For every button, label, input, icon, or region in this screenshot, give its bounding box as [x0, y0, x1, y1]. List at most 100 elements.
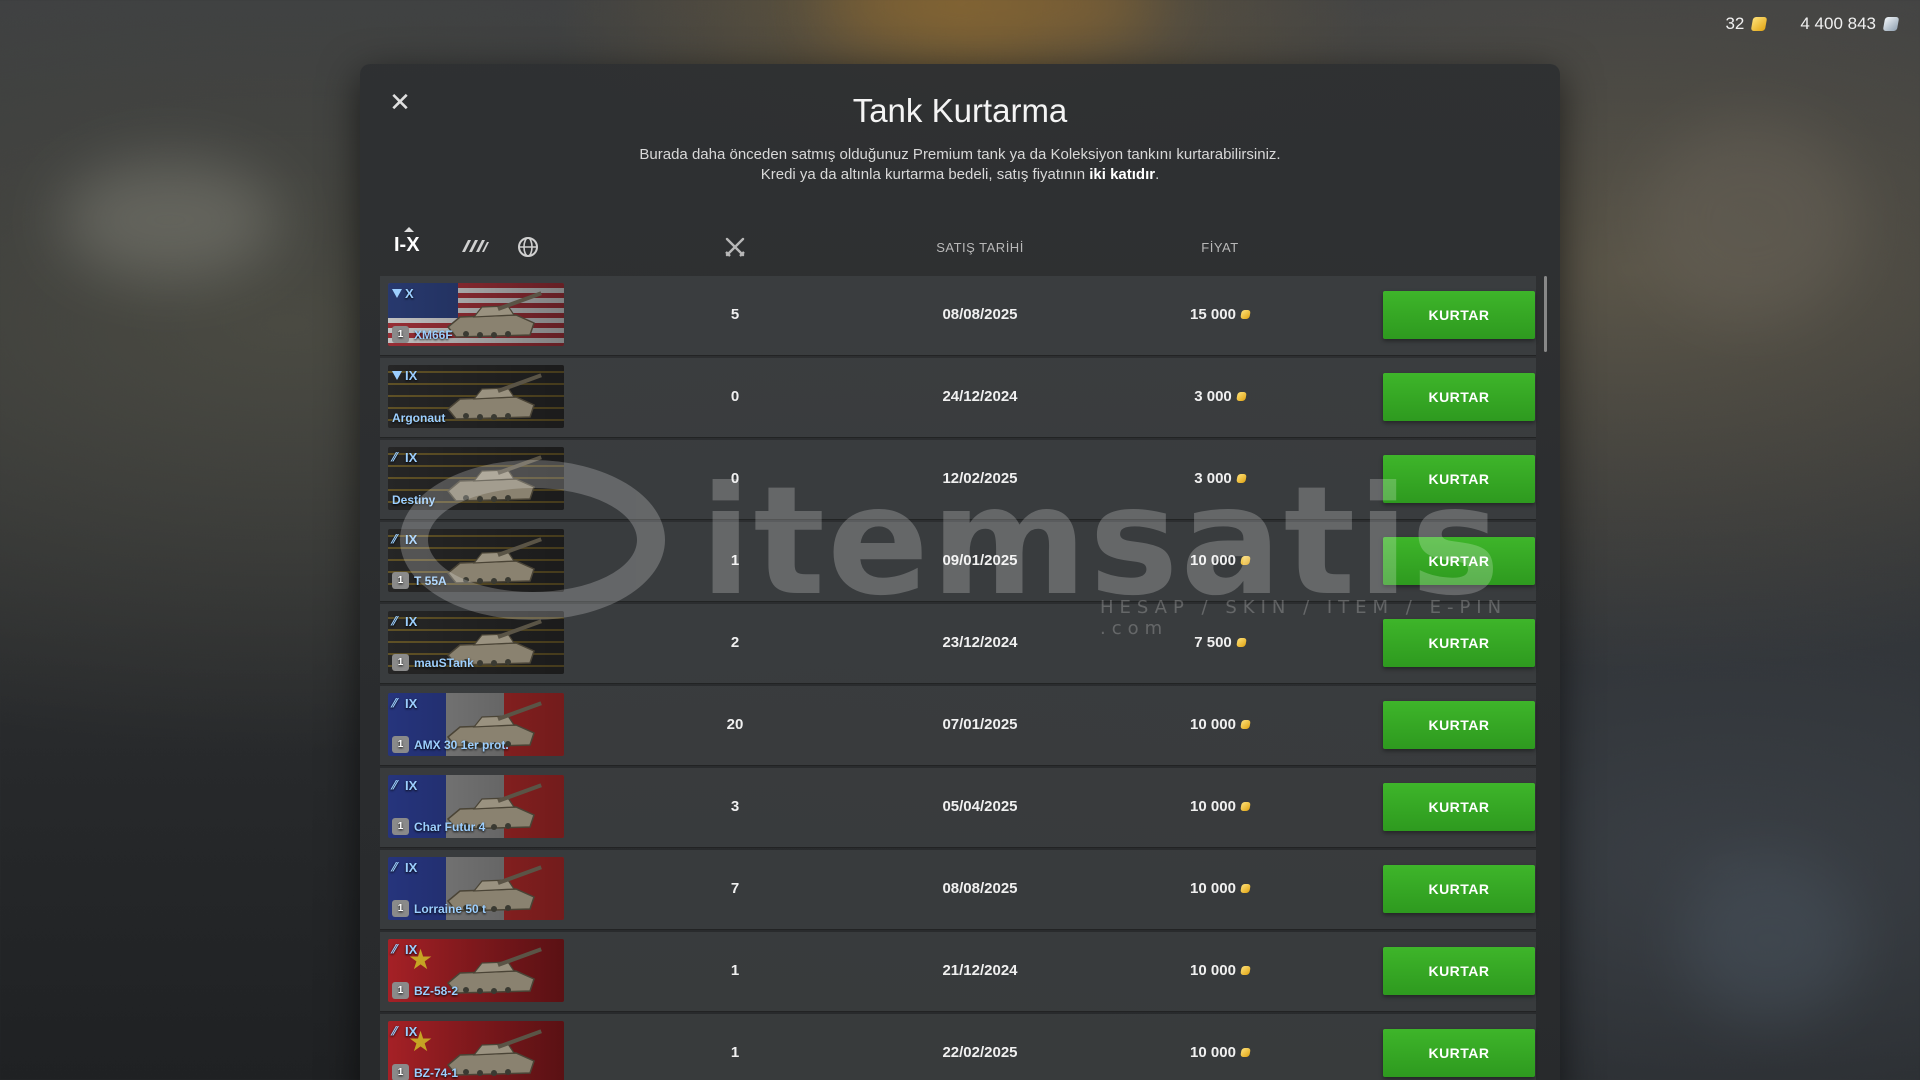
- tank-name: Char Futur 4: [414, 819, 486, 834]
- rescue-price: 3 000: [1120, 388, 1320, 405]
- tier-label: ⫽ IX: [390, 778, 418, 793]
- tank-rescue-dialog: ✕ Tank Kurtarma Burada daha önceden satm…: [360, 64, 1560, 1080]
- rescue-price: 10 000: [1120, 1044, 1320, 1061]
- battle-count: 1: [730, 962, 740, 979]
- gold-balance: 32: [1725, 14, 1768, 34]
- tank-row: ⫽ IX 1 AMX 30 1er prot. 20 07/01/2025 10…: [380, 686, 1536, 766]
- description-line-2-text: Kredi ya da altınla kurtarma bedeli, sat…: [760, 166, 1090, 183]
- tank-name-area: 1 mauSTank: [392, 654, 474, 671]
- vehicle-type-filter-icon[interactable]: [460, 236, 490, 256]
- tank-name-area: 1 XM66F: [392, 326, 453, 343]
- tank-name-area: 1 AMX 30 1er prot.: [392, 736, 509, 753]
- rescue-price: 7 500: [1120, 634, 1320, 651]
- tier-label: ⫽ IX: [390, 1024, 418, 1039]
- gold-coin-icon: [1235, 638, 1247, 647]
- crew-skill-badge: 1: [392, 654, 409, 671]
- tank-card: ⫽ IX 1 T 55A: [388, 529, 564, 592]
- nation-filter-globe-icon[interactable]: [517, 236, 539, 258]
- rescue-price: 10 000: [1120, 716, 1320, 733]
- tank-name-area: 1 BZ-58-2: [392, 982, 458, 999]
- rescue-button[interactable]: KURTAR: [1383, 455, 1535, 503]
- collector-tank-icon: ⫽: [390, 1024, 400, 1038]
- gold-coin-icon: [1240, 884, 1251, 893]
- rescue-button[interactable]: KURTAR: [1383, 783, 1535, 831]
- silver-balance: 4 400 843: [1800, 14, 1900, 34]
- price-value: 10 000: [1190, 798, 1236, 815]
- rescue-button[interactable]: KURTAR: [1383, 373, 1535, 421]
- rescue-button[interactable]: KURTAR: [1383, 947, 1535, 995]
- list-scrollbar[interactable]: [1544, 276, 1547, 352]
- battle-count: 0: [730, 388, 740, 405]
- gold-coin-icon: [1751, 17, 1768, 31]
- tank-name: BZ-58-2: [414, 983, 459, 998]
- rescue-button[interactable]: KURTAR: [1383, 865, 1535, 913]
- tank-name-area: 1 Char Futur 4: [392, 818, 485, 835]
- rescue-button[interactable]: KURTAR: [1383, 291, 1535, 339]
- tank-list: X 1 XM66F 5 08/08/2025 15 000 KURTAR IX …: [380, 276, 1536, 1080]
- sale-date: 09/01/2025: [942, 552, 1018, 569]
- tank-card: X 1 XM66F: [388, 283, 564, 346]
- sale-date: 23/12/2024: [942, 634, 1018, 651]
- tank-card: ⫽ IX 1 Char Futur 4: [388, 775, 564, 838]
- tier-label: ⫽ IX: [390, 942, 417, 957]
- rescue-button[interactable]: KURTAR: [1383, 537, 1535, 585]
- battle-count: 1: [730, 1044, 740, 1061]
- price-value: 3 000: [1194, 388, 1232, 405]
- tank-image: [446, 537, 542, 584]
- rescue-price: 10 000: [1120, 552, 1320, 569]
- tier-text: IX: [405, 696, 418, 711]
- tier-sort-filter[interactable]: I-X: [394, 227, 420, 257]
- dialog-description: Burada daha önceden satmış olduğunuz Pre…: [360, 145, 1560, 185]
- tank-card: IX Argonaut: [388, 365, 564, 428]
- rescue-button[interactable]: KURTAR: [1383, 701, 1535, 749]
- price-value: 7 500: [1194, 634, 1232, 651]
- sale-date-column-header: SATIŞ TARİHİ: [936, 240, 1024, 255]
- price-column-header: FİYAT: [1201, 240, 1239, 255]
- rescue-price: 10 000: [1120, 962, 1320, 979]
- collector-tank-icon: ⫽: [390, 778, 400, 792]
- crew-skill-badge: 1: [392, 736, 409, 753]
- collector-tank-icon: ⫽: [390, 532, 400, 546]
- rescue-button[interactable]: KURTAR: [1383, 1029, 1535, 1077]
- tier-label: ⫽ IX: [390, 860, 417, 875]
- price-value: 15 000: [1190, 306, 1236, 323]
- premium-tank-icon: [392, 371, 402, 380]
- tank-image: [446, 291, 542, 338]
- rescue-price: 3 000: [1120, 470, 1320, 487]
- sale-date: 08/08/2025: [942, 880, 1018, 897]
- tier-text: IX: [405, 1024, 418, 1039]
- collector-tank-icon: ⫽: [390, 696, 400, 710]
- crew-skill-badge: 1: [392, 900, 409, 917]
- rescue-button[interactable]: KURTAR: [1383, 619, 1535, 667]
- tank-name: Lorraine 50 t: [414, 901, 487, 916]
- crew-skill-badge: 1: [392, 982, 409, 999]
- collector-tank-icon: ⫽: [390, 614, 400, 628]
- tank-card: ⫽ IX 1 BZ-58-2: [388, 939, 564, 1002]
- battle-count: 7: [730, 880, 740, 897]
- tank-name-area: 1 BZ-74-1: [392, 1064, 458, 1080]
- battle-count: 3: [730, 798, 740, 815]
- silver-amount: 4 400 843: [1800, 14, 1876, 33]
- price-value: 10 000: [1190, 716, 1236, 733]
- background-blur: [820, 0, 1160, 50]
- tank-name-area: 1 Lorraine 50 t: [392, 900, 486, 917]
- background-blur: [1680, 860, 1860, 1020]
- battle-count: 1: [730, 552, 740, 569]
- rescue-price: 15 000: [1120, 306, 1320, 323]
- tank-row: ⫽ IX 1 Char Futur 4 3 05/04/2025 10 000 …: [380, 768, 1536, 848]
- tank-row: X 1 XM66F 5 08/08/2025 15 000 KURTAR: [380, 276, 1536, 356]
- tier-text: IX: [405, 778, 418, 793]
- tank-name: Argonaut: [392, 411, 446, 425]
- gold-coin-icon: [1240, 966, 1251, 975]
- sale-date: 24/12/2024: [942, 388, 1018, 405]
- sale-date: 05/04/2025: [942, 798, 1018, 815]
- tank-row: IX Argonaut 0 24/12/2024 3 000 KURTAR: [380, 358, 1536, 438]
- collector-tank-icon: ⫽: [390, 450, 400, 464]
- sort-caret-icon: [404, 227, 414, 232]
- tier-label: IX: [392, 368, 417, 383]
- gold-coin-icon: [1235, 474, 1247, 483]
- battle-count: 5: [730, 306, 740, 323]
- tank-row: ⫽ IX 1 Lorraine 50 t 7 08/08/2025 10 000…: [380, 850, 1536, 930]
- battles-crossed-swords-icon: [725, 237, 745, 257]
- tank-name: T 55A: [414, 573, 447, 588]
